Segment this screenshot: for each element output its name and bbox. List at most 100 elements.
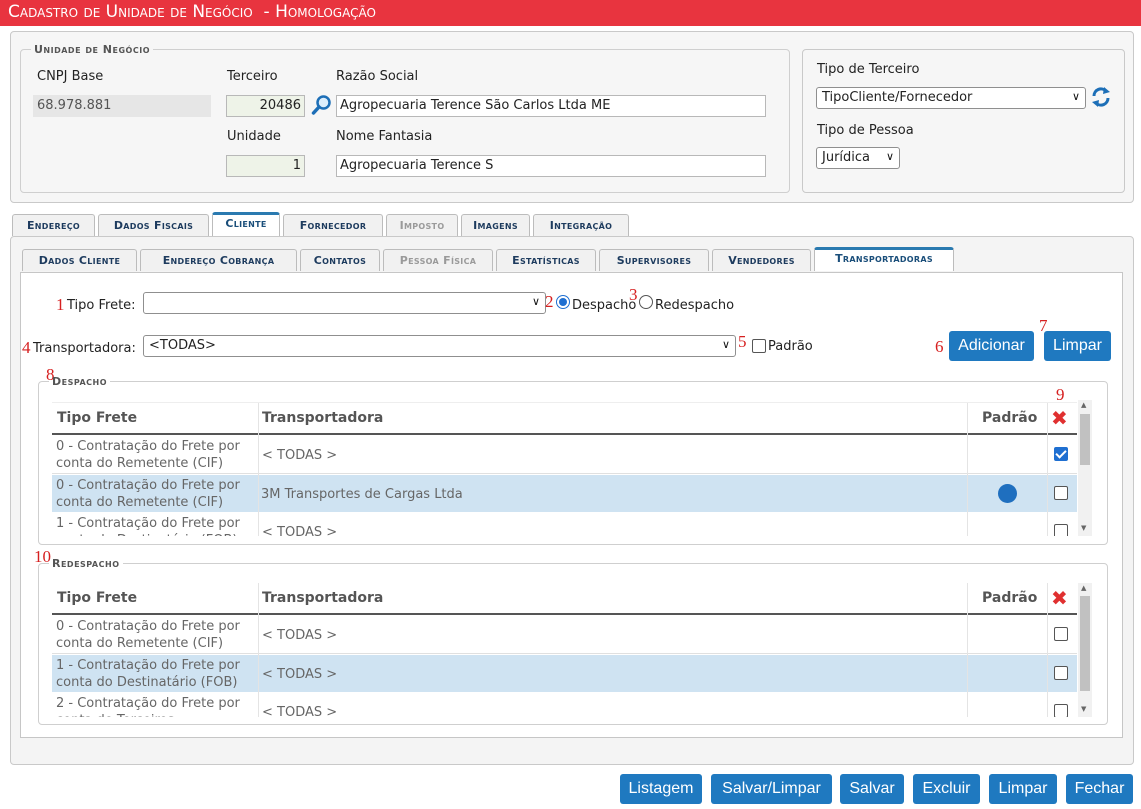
redespacho-grid-header: [52, 583, 1077, 615]
cnpj-field[interactable]: 68.978.881: [33, 95, 211, 117]
tipo-frete-cell: 0 - Contratação do Frete por conta do Re…: [56, 439, 240, 471]
scroll-down-icon[interactable]: ▼: [1081, 705, 1086, 713]
excluir-button[interactable]: Excluir: [913, 774, 980, 804]
tab-pessoa-fisica[interactable]: Pessoa Física: [383, 249, 493, 271]
scroll-down-icon[interactable]: ▼: [1081, 524, 1086, 532]
redespacho-header-tipo-frete[interactable]: Tipo Frete: [57, 590, 137, 606]
table-row[interactable]: 0 - Contratação do Frete por conta do Re…: [52, 475, 1077, 512]
scroll-thumb[interactable]: [1080, 596, 1090, 691]
tab-dados-fiscais[interactable]: Dados Fiscais: [98, 214, 209, 236]
table-row[interactable]: 2 - Contratação do Frete por conta de Te…: [52, 693, 1077, 717]
transportadora-value: <TODAS>: [149, 338, 216, 353]
tab-vendedores[interactable]: Vendedores: [712, 249, 811, 271]
marker-2: 2: [545, 292, 554, 311]
despacho-legend: Despacho: [52, 375, 108, 388]
transportadora-cell: < TODAS >: [262, 525, 338, 536]
marker-6: 6: [935, 337, 944, 356]
despacho-header-transportadora[interactable]: Transportadora: [262, 410, 383, 426]
transportadora-label: Transportadora:: [33, 341, 136, 356]
despacho-radio-label: Despacho: [572, 298, 637, 313]
tipo-terceiro-label: Tipo de Terceiro: [817, 62, 920, 77]
tab-contatos[interactable]: Contatos: [300, 249, 380, 271]
adicionar-button[interactable]: Adicionar: [949, 331, 1034, 361]
chevron-down-icon: ∨: [721, 338, 730, 351]
scroll-up-icon[interactable]: ▲: [1081, 584, 1086, 592]
tab-transportadoras[interactable]: Transportadoras: [814, 247, 954, 271]
salvar-limpar-button[interactable]: Salvar/Limpar: [711, 774, 832, 804]
redespacho-radio[interactable]: [639, 295, 653, 309]
row-checkbox[interactable]: [1054, 486, 1068, 500]
redespacho-radio-label: Redespacho: [655, 298, 735, 313]
razao-social-field[interactable]: Agropecuaria Terence São Carlos Ltda ME: [336, 95, 766, 117]
nome-fantasia-label: Nome Fantasia: [336, 129, 433, 144]
scroll-thumb[interactable]: [1080, 414, 1090, 465]
chevron-down-icon: ∨: [531, 295, 540, 308]
redespacho-legend: Redespacho: [52, 557, 120, 570]
transportadora-select[interactable]: <TODAS> ∨: [143, 335, 736, 357]
scroll-up-icon[interactable]: ▲: [1081, 401, 1086, 409]
table-row[interactable]: 0 - Contratação do Frete por conta do Re…: [52, 436, 1077, 474]
unidade-label: Unidade: [227, 129, 281, 144]
cnpj-label: CNPJ Base: [37, 69, 104, 84]
fechar-button[interactable]: Fechar: [1066, 774, 1133, 804]
row-checkbox[interactable]: [1054, 447, 1068, 461]
unidade-negocio-legend: Unidade de Negócio: [34, 43, 150, 56]
row-checkbox[interactable]: [1054, 666, 1068, 680]
row-checkbox[interactable]: [1054, 524, 1068, 536]
redespacho-header-padrao[interactable]: Padrão: [982, 590, 1037, 606]
row-checkbox[interactable]: [1054, 704, 1068, 717]
padrao-label: Padrão: [768, 339, 813, 354]
tab-estatisticas[interactable]: Estatísticas: [496, 249, 596, 271]
table-row[interactable]: 1 - Contratação do Frete por conta do De…: [52, 655, 1077, 692]
tab-imposto[interactable]: Imposto: [386, 214, 458, 236]
redespacho-grid: Tipo Frete Transportadora Padrão ✖ 0 - C…: [52, 583, 1077, 717]
salvar-button[interactable]: Salvar: [840, 774, 904, 804]
tab-imagens[interactable]: Imagens: [461, 214, 530, 236]
transportadora-cell: 3M Transportes de Cargas Ltda: [261, 487, 463, 502]
tab-integracao[interactable]: Integração: [533, 214, 629, 236]
tab-fornecedor[interactable]: Fornecedor: [283, 214, 383, 236]
table-row[interactable]: 1 - Contratação do Frete por conta do De…: [52, 513, 1077, 536]
tab-cliente[interactable]: Cliente: [212, 212, 280, 236]
despacho-grid: Tipo Frete Transportadora Padrão ✖ 0 - C…: [52, 402, 1077, 536]
listagem-button[interactable]: Listagem: [620, 774, 702, 804]
unidade-field[interactable]: 1: [226, 155, 305, 177]
delete-all-icon[interactable]: ✖: [1051, 586, 1068, 610]
transportadora-cell: < TODAS >: [262, 628, 338, 643]
tab-supervisores[interactable]: Supervisores: [599, 249, 709, 271]
redespacho-scrollbar[interactable]: ▲ ▼: [1078, 583, 1092, 717]
nome-fantasia-field[interactable]: Agropecuaria Terence S: [336, 155, 766, 177]
window-title: Cadastro de Unidade de Negócio - Homolog…: [0, 0, 1141, 26]
tab-endereco[interactable]: Endereço: [12, 214, 95, 236]
redespacho-header-transportadora[interactable]: Transportadora: [262, 590, 383, 606]
despacho-scrollbar[interactable]: ▲ ▼: [1078, 400, 1092, 536]
table-row[interactable]: 0 - Contratação do Frete por conta do Re…: [52, 616, 1077, 654]
terceiro-field[interactable]: 20486: [226, 95, 305, 117]
row-checkbox[interactable]: [1054, 627, 1068, 641]
tipo-pessoa-select[interactable]: Jurídica ∨: [816, 147, 900, 169]
limpar-button[interactable]: Limpar: [989, 774, 1057, 804]
tab-dados-cliente[interactable]: Dados Cliente: [22, 249, 137, 271]
tipo-terceiro-select[interactable]: TipoCliente/Fornecedor ∨: [816, 87, 1086, 109]
column-divider: [258, 403, 259, 536]
limpar-form-button[interactable]: Limpar: [1044, 331, 1111, 361]
refresh-icon[interactable]: [1091, 86, 1111, 108]
despacho-radio[interactable]: [556, 295, 570, 309]
tipo-frete-select[interactable]: ∨: [143, 292, 546, 314]
delete-all-icon[interactable]: ✖: [1051, 406, 1068, 430]
transportadora-cell: < TODAS >: [262, 448, 338, 463]
razao-social-label: Razão Social: [336, 69, 419, 84]
tipo-frete-cell: 0 - Contratação do Frete por conta do Re…: [56, 478, 240, 510]
tipo-pessoa-label: Tipo de Pessoa: [817, 123, 914, 138]
despacho-header-tipo-frete[interactable]: Tipo Frete: [57, 410, 137, 426]
column-divider: [967, 583, 968, 717]
padrao-checkbox[interactable]: [752, 339, 766, 353]
tipo-frete-cell: 0 - Contratação do Frete por conta do Re…: [56, 619, 240, 651]
column-divider: [1047, 583, 1048, 717]
tab-endereco-cobranca[interactable]: Endereço Cobrança: [140, 249, 297, 271]
marker-3: 3: [629, 285, 638, 304]
despacho-header-padrao[interactable]: Padrão: [982, 410, 1037, 426]
terceiro-label: Terceiro: [227, 69, 278, 84]
tipo-frete-cell: 1 - Contratação do Frete por conta do De…: [56, 516, 240, 536]
search-icon[interactable]: [311, 94, 333, 116]
